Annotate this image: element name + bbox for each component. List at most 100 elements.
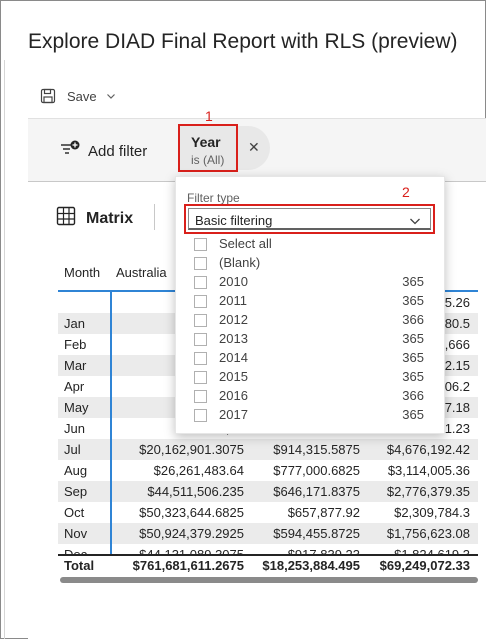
checkbox[interactable] (194, 257, 207, 270)
filter-options-list: Select all (Blank) 2010 365 2011 365 2012 366 20… (194, 236, 430, 426)
filter-type-value: Basic filtering (195, 213, 273, 228)
row-header-cell[interactable]: Oct (64, 505, 84, 520)
table-cell: 7.18 (444, 400, 470, 415)
column-header-month[interactable]: Month (64, 265, 100, 280)
row-header-cell[interactable]: Feb (64, 337, 86, 352)
checkbox[interactable] (194, 333, 207, 346)
visual-title: Matrix (86, 209, 134, 227)
table-cell: $4,676,192.42 (386, 442, 470, 457)
filter-option-count: 366 (402, 388, 424, 403)
table-cell: $44,511,506.235 (147, 484, 244, 499)
checkbox[interactable] (194, 276, 207, 289)
filter-option[interactable]: 2013 365 (194, 331, 430, 349)
filter-option[interactable]: 2011 365 (194, 293, 430, 311)
visual-header: Matrix (56, 206, 133, 231)
filter-option[interactable]: (Blank) (194, 255, 430, 273)
row-header-divider (110, 292, 112, 555)
filter-option-label: Select all (219, 236, 272, 251)
table-row: Nov $50,924,379.2925 $594,455.8725 $1,756,6… (58, 523, 478, 544)
filter-option[interactable]: 2017 365 (194, 407, 430, 425)
filter-option-label: 2013 (219, 331, 248, 346)
filter-option[interactable]: 2010 365 (194, 274, 430, 292)
year-filter-pill[interactable]: Year is (All) (178, 124, 238, 172)
filter-option[interactable]: 2016 366 (194, 388, 430, 406)
filter-option-label: 2014 (219, 350, 248, 365)
table-cell: $1,756,623.08 (386, 526, 470, 541)
row-header-cell[interactable]: Apr (64, 379, 84, 394)
checkbox[interactable] (194, 409, 207, 422)
filter-type-select[interactable]: Basic filtering (184, 204, 435, 234)
table-cell: $3,114,005.36 (387, 463, 470, 478)
filter-option-label: 2017 (219, 407, 248, 422)
header-divider (154, 204, 155, 230)
table-cell: 5.26 (444, 295, 470, 310)
table-cell: $914,315.5875 (273, 442, 360, 457)
table-cell: $594,455.8725 (273, 526, 360, 541)
row-header-cell[interactable]: May (64, 400, 89, 415)
row-header-cell[interactable]: Mar (64, 358, 86, 373)
horizontal-scrollbar[interactable] (60, 577, 478, 583)
table-cell: $2,776,379.35 (386, 484, 470, 499)
table-cell: ,666 (444, 337, 470, 352)
table-cell: $646,171.8375 (273, 484, 360, 499)
row-header-cell[interactable]: Jan (64, 316, 85, 331)
annotation-number-2: 2 (402, 184, 410, 200)
filter-option[interactable]: 2015 365 (194, 369, 430, 387)
page-title: Explore DIAD Final Report with RLS (prev… (28, 30, 458, 53)
table-cell: $20,162,901.3075 (139, 442, 244, 457)
save-icon[interactable] (40, 88, 56, 104)
remove-filter-close-icon[interactable]: ✕ (248, 139, 260, 156)
table-cell: $657,877.92 (287, 505, 360, 520)
add-filter-button[interactable]: Add filter (60, 140, 147, 162)
table-cell: 06.2 (444, 379, 470, 394)
row-header-cell[interactable]: Jun (64, 421, 85, 436)
filter-pill-condition: is (All) (191, 153, 225, 167)
chevron-down-icon (408, 214, 422, 231)
checkbox[interactable] (194, 238, 207, 251)
filter-option-label: 2016 (219, 388, 248, 403)
checkbox[interactable] (194, 390, 207, 403)
filter-option-count: 365 (402, 331, 424, 346)
table-row: Oct $50,323,644.6825 $657,877.92 $2,309,784… (58, 502, 478, 523)
total-australia: $761,681,611.2675 (132, 558, 244, 573)
save-button[interactable]: Save (67, 89, 97, 104)
table-cell: $777,000.6825 (273, 463, 360, 478)
checkbox[interactable] (194, 295, 207, 308)
toolbar: Save (40, 86, 117, 106)
filter-option-label: (Blank) (219, 255, 261, 270)
table-cell: 1.23 (444, 421, 470, 436)
table-row: Jul $20,162,901.3075 $914,315.5875 $4,676,1… (58, 439, 478, 460)
matrix-icon (56, 206, 76, 231)
table-cell: $50,323,644.6825 (139, 505, 244, 520)
table-row: Sep $44,511,506.235 $646,171.8375 $2,776,37… (58, 481, 478, 502)
row-header-cell[interactable]: Sep (64, 484, 87, 499)
add-filter-icon (60, 140, 80, 162)
checkbox[interactable] (194, 314, 207, 327)
checkbox[interactable] (194, 352, 207, 365)
filter-option-count: 365 (402, 407, 424, 422)
filter-option-count: 365 (402, 350, 424, 365)
filter-option-label: 2011 (219, 293, 247, 308)
filter-option-label: 2010 (219, 274, 248, 289)
left-edge-divider (4, 60, 5, 639)
filter-option-count: 365 (402, 293, 424, 308)
add-filter-label: Add filter (88, 142, 148, 160)
total-column-2: $18,253,884.495 (262, 558, 360, 573)
checkbox[interactable] (194, 371, 207, 384)
column-header-australia[interactable]: Australia (116, 265, 167, 280)
row-header-cell[interactable]: Jul (64, 442, 81, 457)
filter-option-label: 2012 (219, 312, 248, 327)
row-header-cell[interactable]: Aug (64, 463, 87, 478)
total-column-3: $69,249,072.33 (379, 558, 470, 573)
save-chevron-down-icon[interactable] (105, 90, 117, 102)
filter-option[interactable]: 2014 365 (194, 350, 430, 368)
row-header-cell[interactable]: Nov (64, 526, 87, 541)
table-cell: 2.15 (444, 358, 470, 373)
filter-option-label: 2015 (219, 369, 248, 384)
filter-option[interactable]: 2012 366 (194, 312, 430, 330)
filter-option-count: 365 (402, 274, 424, 289)
table-cell: $2,309,784.3 (394, 505, 470, 520)
total-row: Total $761,681,611.2675 $18,253,884.495 … (58, 556, 478, 576)
filter-option[interactable]: Select all (194, 236, 430, 254)
table-row: Aug $26,261,483.64 $777,000.6825 $3,114,005… (58, 460, 478, 481)
